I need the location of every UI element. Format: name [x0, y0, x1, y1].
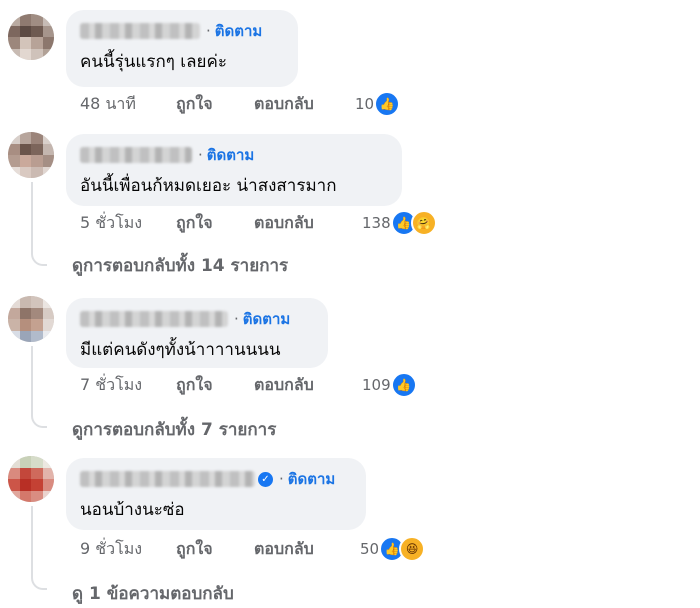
- reply-button[interactable]: ตอบกลับ: [254, 211, 314, 236]
- author-name-blurred[interactable]: [80, 311, 228, 327]
- comment-actions: 7 ชั่วโมง ถูกใจ ตอบกลับ: [80, 373, 314, 397]
- comment-bubble: ✓ · ติดตาม นอนบ้างนะซ่อ: [66, 458, 366, 530]
- avatar[interactable]: [8, 456, 54, 502]
- author-name-blurred[interactable]: [80, 147, 192, 163]
- reaction-count: 50: [360, 540, 380, 558]
- reaction-summary[interactable]: 50 👍 😆: [360, 536, 426, 562]
- comment-text: คนนี้รุ่นแรกๆ เลยค่ะ: [80, 52, 227, 72]
- thread-line: [31, 346, 33, 410]
- author-name-blurred[interactable]: [80, 23, 200, 39]
- comment-actions: 48 นาที ถูกใจ ตอบกลับ: [80, 92, 314, 116]
- thread-connector: [31, 240, 47, 266]
- like-button[interactable]: ถูกใจ: [176, 92, 254, 117]
- separator-dot: ·: [234, 310, 239, 328]
- haha-icon: 😆: [399, 536, 426, 562]
- view-replies-link[interactable]: ดูการตอบกลับทั้ง 7 รายการ: [72, 416, 276, 443]
- like-icon: 👍: [390, 372, 417, 398]
- timestamp[interactable]: 7 ชั่วโมง: [80, 373, 176, 398]
- reply-button[interactable]: ตอบกลับ: [254, 373, 314, 398]
- separator-dot: ·: [206, 22, 211, 40]
- comment-bubble: · ติดตาม อันนี้เพื่อนก้หมดเยอะ น่าสงสารม…: [66, 134, 402, 206]
- reply-button[interactable]: ตอบกลับ: [254, 537, 314, 562]
- author-row: · ติดตาม: [80, 308, 290, 330]
- follow-button[interactable]: ติดตาม: [243, 307, 291, 331]
- timestamp[interactable]: 48 นาที: [80, 92, 176, 117]
- comment-bubble: · ติดตาม คนนี้รุ่นแรกๆ เลยค่ะ: [66, 10, 298, 87]
- comment-actions: 5 ชั่วโมง ถูกใจ ตอบกลับ: [80, 211, 314, 235]
- comment-actions: 9 ชั่วโมง ถูกใจ ตอบกลับ: [80, 537, 314, 561]
- like-icon: 👍: [374, 91, 401, 117]
- separator-dot: ·: [198, 146, 203, 164]
- timestamp[interactable]: 9 ชั่วโมง: [80, 537, 176, 562]
- thread-connector: [31, 566, 47, 590]
- reaction-summary[interactable]: 138 👍 🤗: [362, 210, 437, 236]
- view-replies-link[interactable]: ดู 1 ข้อความตอบกลับ: [72, 580, 234, 607]
- reaction-summary[interactable]: 10 👍: [355, 91, 401, 117]
- thread-line: [31, 506, 33, 572]
- comment-bubble: · ติดตาม มีแต่คนดังๆทั้งน้าาาานนนน: [66, 298, 328, 368]
- avatar[interactable]: [8, 14, 54, 60]
- author-name-blurred[interactable]: [80, 471, 255, 487]
- view-replies-link[interactable]: ดูการตอบกลับทั้ง 14 รายการ: [72, 252, 288, 279]
- timestamp[interactable]: 5 ชั่วโมง: [80, 211, 176, 236]
- like-button[interactable]: ถูกใจ: [176, 373, 254, 398]
- comment-text: อันนี้เพื่อนก้หมดเยอะ น่าสงสารมาก: [80, 176, 337, 196]
- reaction-count: 10: [355, 95, 375, 113]
- comment-text: มีแต่คนดังๆทั้งน้าาาานนนน: [80, 340, 281, 360]
- thread-connector: [31, 402, 47, 428]
- follow-button[interactable]: ติดตาม: [207, 143, 255, 167]
- comment-text: นอนบ้างนะซ่อ: [80, 500, 185, 520]
- avatar[interactable]: [8, 132, 54, 178]
- reaction-count: 109: [362, 376, 391, 394]
- verified-badge-icon: ✓: [258, 471, 273, 487]
- separator-dot: ·: [279, 470, 284, 488]
- follow-button[interactable]: ติดตาม: [288, 467, 336, 491]
- avatar[interactable]: [8, 296, 54, 342]
- reaction-summary[interactable]: 109 👍: [362, 372, 417, 398]
- care-icon: 🤗: [410, 210, 437, 236]
- like-button[interactable]: ถูกใจ: [176, 211, 254, 236]
- reaction-count: 138: [362, 214, 391, 232]
- follow-button[interactable]: ติดตาม: [215, 19, 263, 43]
- author-row: · ติดตาม: [80, 144, 254, 166]
- author-row: ✓ · ติดตาม: [80, 468, 335, 490]
- reply-button[interactable]: ตอบกลับ: [254, 92, 314, 117]
- like-button[interactable]: ถูกใจ: [176, 537, 254, 562]
- author-row: · ติดตาม: [80, 20, 262, 42]
